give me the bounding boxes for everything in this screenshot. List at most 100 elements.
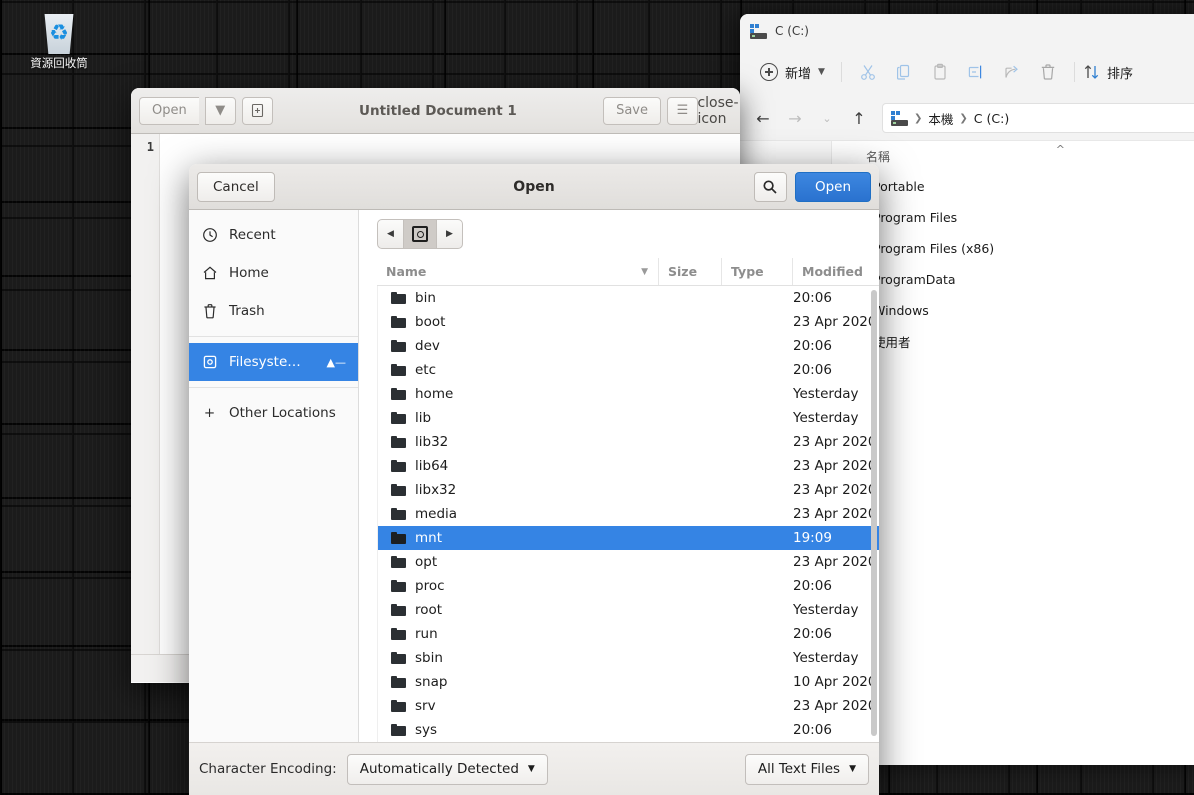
gedit-save-button[interactable]: Save [603,96,661,125]
pathbar[interactable]: ◀ ▶ [377,219,463,249]
file-row[interactable]: run 20:06 [378,622,879,646]
chevron-up-icon[interactable]: ^ [1056,143,1065,156]
file-row[interactable]: mnt 19:09 [378,526,879,550]
file-row[interactable]: root Yesterday [378,598,879,622]
chevron-right-icon[interactable]: ▶ [437,220,462,248]
up-button[interactable]: ↑ [844,103,874,133]
file-row[interactable]: snap 10 Apr 2020 [378,670,879,694]
paste-icon[interactable] [922,56,958,88]
file-name-cell: etc [378,362,659,378]
new-button-label: 新增 [785,66,812,82]
file-name: boot [415,314,446,330]
sidebar-item-other-locations[interactable]: + Other Locations [189,394,358,432]
share-icon[interactable] [994,56,1030,88]
column-header-type[interactable]: Type [721,258,792,285]
file-row[interactable]: srv 23 Apr 2020 [378,694,879,718]
explorer-row[interactable]: ProgramData [832,264,1194,295]
explorer-file-list[interactable]: 名稱 ^ Portable Program Files Program Files … [832,141,1194,765]
file-list-column-headers: Name ▼ Size Type Modified [377,258,879,286]
trash-icon [201,303,218,320]
folder-icon [391,388,406,400]
file-modified: 20:06 [793,722,832,738]
gedit-open-dropdown-button[interactable]: ▼ [204,96,236,125]
explorer-row[interactable]: Portable [832,171,1194,202]
file-modified: 20:06 [793,578,832,594]
back-button[interactable]: ← [748,103,778,133]
cut-icon[interactable] [850,56,886,88]
encoding-select-value: Automatically Detected [359,761,519,777]
dialog-places-sidebar[interactable]: Recent Home Trash Filesyste… ▲— + Other … [189,210,359,742]
explorer-row[interactable]: Program Files [832,202,1194,233]
forward-button[interactable]: → [780,103,810,133]
explorer-column-header[interactable]: 名稱 ^ [832,141,1194,171]
encoding-select[interactable]: Automatically Detected ▼ [346,753,548,785]
rename-icon[interactable] [958,56,994,88]
delete-icon[interactable] [1030,56,1066,88]
file-row[interactable]: libx32 23 Apr 2020 [378,478,879,502]
column-header-name[interactable]: Name ▼ [377,258,658,285]
pathbar-current-filesystem[interactable] [403,220,437,248]
sidebar-item-other-locations-label: Other Locations [229,405,336,421]
gedit-open-button[interactable]: Open [139,96,199,125]
file-filter-select[interactable]: All Text Files ▼ [744,753,869,785]
file-list-scrollbar[interactable] [871,288,877,740]
sort-button[interactable]: 排序 [1083,63,1133,82]
toolbar-divider [840,62,842,82]
new-button[interactable]: 新增 ▼ [752,57,833,88]
file-row[interactable]: media 23 Apr 2020 [378,502,879,526]
home-icon [201,265,218,282]
search-icon[interactable] [753,171,787,202]
explorer-titlebar: C (C:) [740,14,1194,48]
file-row[interactable]: dev 20:06 [378,334,879,358]
file-name-cell: run [378,626,659,642]
file-row[interactable]: etc 20:06 [378,358,879,382]
file-name-cell: srv [378,698,659,714]
sort-descending-icon[interactable]: ▼ [641,267,648,277]
explorer-title: C (C:) [775,24,809,38]
file-name-cell: sys [378,722,659,738]
file-row[interactable]: lib Yesterday [378,406,879,430]
explorer-row[interactable]: Windows [832,295,1194,326]
sidebar-item-trash[interactable]: Trash [189,292,358,330]
file-row[interactable]: home Yesterday [378,382,879,406]
cancel-button[interactable]: Cancel [197,171,275,202]
folder-icon [391,652,406,664]
recent-locations-button[interactable]: ⌄ [812,103,842,133]
copy-icon[interactable] [886,56,922,88]
file-row[interactable]: boot 23 Apr 2020 [378,310,879,334]
close-icon[interactable]: close-icon [697,95,738,127]
column-header-size[interactable]: Size [658,258,721,285]
file-row[interactable]: sys 20:06 [378,718,879,742]
hamburger-menu-icon[interactable]: ☰ [667,96,698,125]
file-row[interactable]: proc 20:06 [378,574,879,598]
breadcrumb-item-1[interactable]: C (C:) [974,111,1009,126]
sidebar-item-recent[interactable]: Recent [189,216,358,254]
eject-icon[interactable]: ▲— [327,356,346,369]
sort-icon [1084,65,1099,79]
file-name-cell: lib64 [378,458,659,474]
column-header-modified[interactable]: Modified [792,258,879,285]
new-document-icon[interactable] [241,96,273,125]
sidebar-item-filesystem[interactable]: Filesyste… ▲— [189,343,358,381]
folder-icon [391,316,406,328]
explorer-row[interactable]: 使用者 [832,326,1194,357]
disk-icon [412,226,428,242]
breadcrumb-item-0[interactable]: 本機 [928,109,953,128]
file-name: etc [415,362,437,378]
file-row[interactable]: sbin Yesterday [378,646,879,670]
file-row[interactable]: lib32 23 Apr 2020 [378,430,879,454]
chevron-left-icon[interactable]: ◀ [378,220,403,248]
file-row[interactable]: bin 20:06 [378,286,879,310]
explorer-row[interactable]: Program Files (x86) [832,233,1194,264]
sidebar-item-home[interactable]: Home [189,254,358,292]
disk-icon [201,354,218,371]
file-list-scrollbar-thumb[interactable] [871,290,877,736]
file-list[interactable]: bin 20:06 boot 23 Apr 2020 dev 20:06 etc 20:06 h… [377,286,879,742]
open-button[interactable]: Open [794,171,871,202]
file-row[interactable]: opt 23 Apr 2020 [378,550,879,574]
desktop-icon-recycle-bin[interactable]: 資源回收筒 [4,14,114,71]
address-bar[interactable]: ❯ 本機 ❯ C (C:) [882,103,1194,133]
file-row[interactable]: lib64 23 Apr 2020 [378,454,879,478]
open-file-dialog[interactable]: Cancel Open Open Recent Home Trash Files… [189,164,879,795]
file-name-cell: snap [378,674,659,690]
